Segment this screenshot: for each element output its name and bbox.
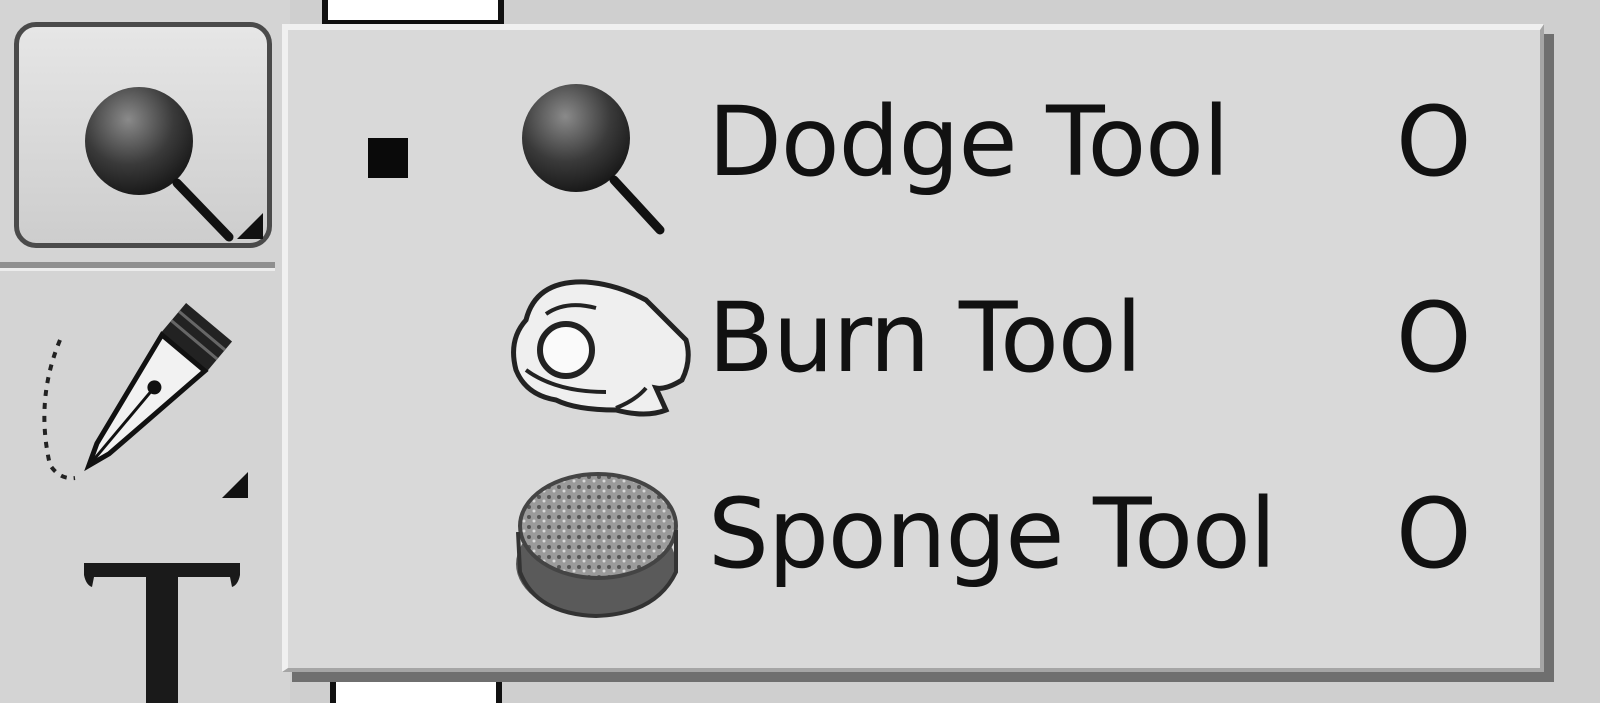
dodge-icon — [85, 87, 234, 242]
color-swatch-stub — [322, 0, 504, 26]
menu-item-shortcut: O — [1396, 86, 1472, 198]
tools-panel — [0, 0, 290, 703]
type-tool-button[interactable] — [60, 545, 260, 703]
menu-item-dodge-tool[interactable]: Dodge Tool O — [288, 50, 1538, 240]
menu-item-sponge-tool[interactable]: Sponge Tool O — [288, 444, 1538, 634]
tool-flyout-menu: Dodge Tool O Burn Tool O Sponge Tool O — [282, 24, 1544, 672]
menu-item-label: Burn Tool — [708, 282, 1142, 394]
dodge-tool-button[interactable] — [14, 22, 272, 248]
flyout-indicator-icon — [222, 472, 248, 498]
tools-divider — [0, 262, 275, 271]
sponge-icon — [516, 472, 678, 619]
photoshop-tools-area: Dodge Tool O Burn Tool O Sponge Tool O — [0, 0, 1600, 703]
dodge-icon — [522, 84, 665, 235]
menu-item-burn-tool[interactable]: Burn Tool O — [288, 250, 1538, 440]
menu-item-shortcut: O — [1396, 282, 1472, 394]
burn-icon — [511, 279, 691, 417]
panel-stub — [330, 668, 502, 703]
flyout-indicator-icon — [237, 213, 263, 239]
menu-item-label: Sponge Tool — [708, 478, 1276, 590]
menu-item-shortcut: O — [1396, 478, 1472, 590]
type-icon — [84, 563, 240, 703]
selected-check-icon — [368, 138, 408, 178]
menu-item-label: Dodge Tool — [708, 86, 1230, 198]
